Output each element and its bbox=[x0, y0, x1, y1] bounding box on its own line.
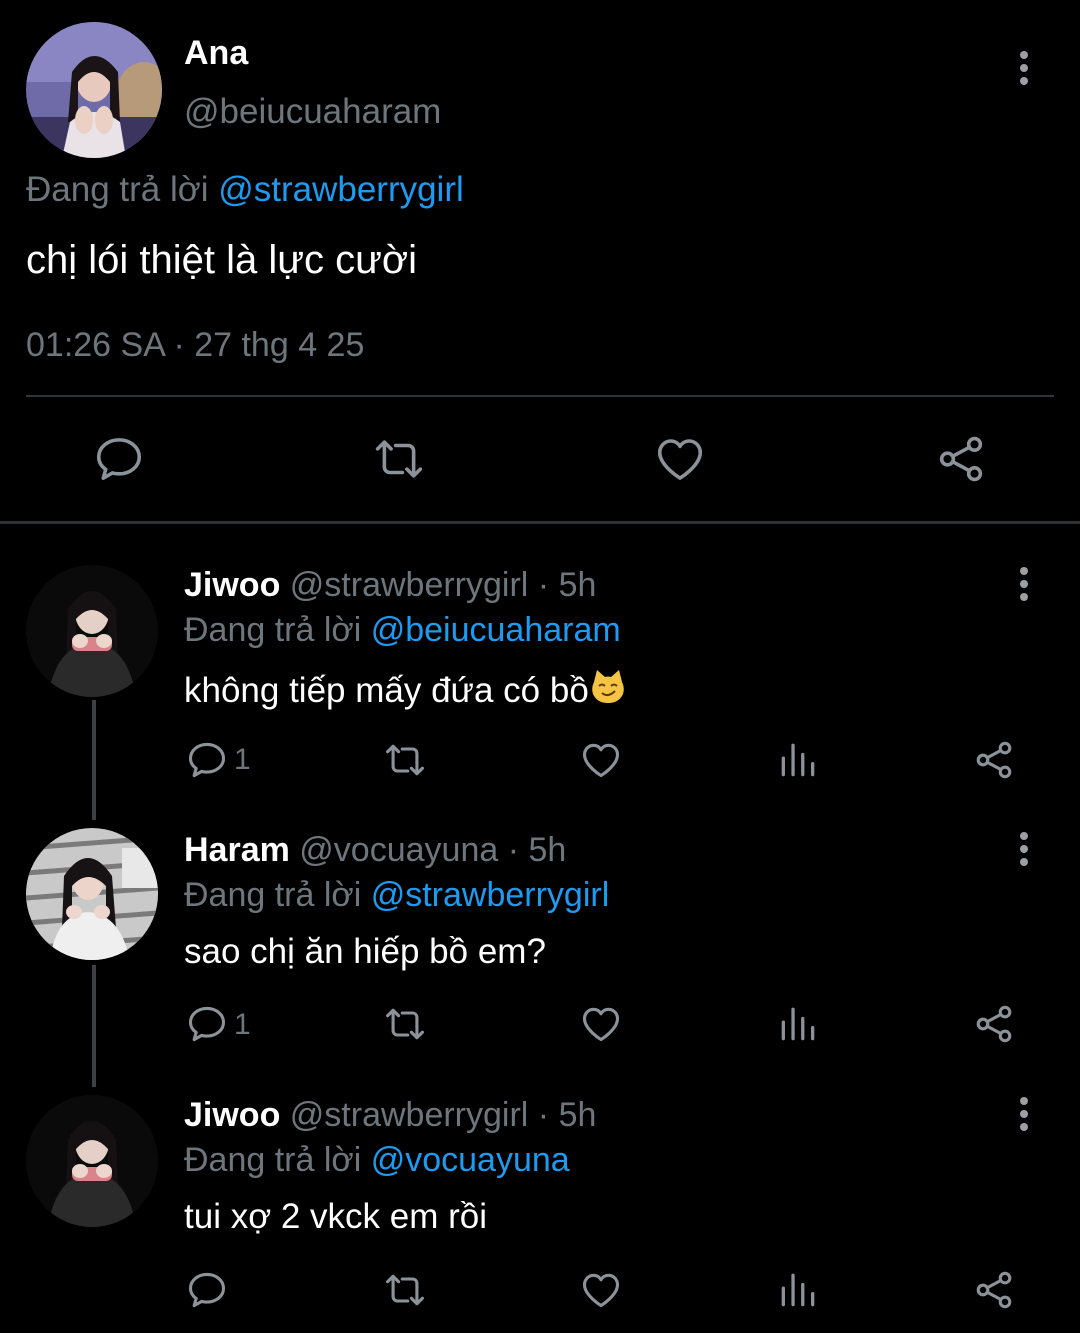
share-icon[interactable] bbox=[934, 432, 988, 486]
thread-line bbox=[92, 700, 96, 820]
reply-header: Jiwoo @strawberrygirl · 5h bbox=[184, 1096, 596, 1135]
tweet-text: chị lói thiệt là lực cười bbox=[26, 238, 418, 282]
display-name[interactable]: Haram bbox=[184, 831, 290, 869]
share-icon[interactable] bbox=[972, 1268, 1016, 1312]
like-icon[interactable] bbox=[653, 432, 707, 486]
more-options-icon[interactable] bbox=[1010, 564, 1038, 604]
replying-prefix: Đang trả lời bbox=[184, 876, 371, 914]
avatar[interactable] bbox=[26, 1095, 158, 1227]
analytics-icon[interactable] bbox=[776, 738, 820, 782]
avatar[interactable] bbox=[26, 22, 162, 158]
reply-time: · 5h bbox=[498, 831, 567, 869]
section-divider bbox=[0, 521, 1080, 524]
reply-count: 1 bbox=[234, 743, 251, 776]
reply-count: 1 bbox=[234, 1008, 251, 1041]
display-name[interactable]: Ana bbox=[184, 34, 248, 73]
reply-text: sao chị ăn hiếp bồ em? bbox=[184, 932, 546, 971]
reply-icon[interactable] bbox=[92, 432, 146, 486]
replying-to: Đang trả lời @strawberrygirl bbox=[26, 170, 464, 210]
replying-to: Đang trả lời @beiucuaharam bbox=[184, 611, 621, 650]
share-icon[interactable] bbox=[972, 1002, 1016, 1046]
replying-to: Đang trả lời @vocuayuna bbox=[184, 1141, 570, 1180]
mention-link[interactable]: @strawberrygirl bbox=[371, 876, 610, 914]
replying-to: Đang trả lời @strawberrygirl bbox=[184, 876, 609, 915]
reply-text: tui xợ 2 vkck em rồi bbox=[184, 1197, 488, 1236]
smirking-cat-face-icon bbox=[589, 668, 627, 706]
retweet-icon[interactable] bbox=[383, 1268, 427, 1312]
reply-text: không tiếp mấy đứa có bồ bbox=[184, 668, 627, 711]
more-options-icon[interactable] bbox=[1010, 48, 1038, 88]
tweet-timestamp[interactable]: 01:26 SA · 27 thg 4 25 bbox=[26, 326, 364, 365]
reply-icon[interactable] bbox=[185, 1002, 229, 1046]
display-name[interactable]: Jiwoo bbox=[184, 566, 280, 604]
like-icon[interactable] bbox=[579, 738, 623, 782]
replying-prefix: Đang trả lời bbox=[26, 170, 219, 209]
user-handle[interactable]: @strawberrygirl bbox=[290, 566, 529, 604]
reply-time: · 5h bbox=[528, 1096, 597, 1134]
replying-prefix: Đang trả lời bbox=[184, 1141, 371, 1179]
divider bbox=[26, 395, 1054, 397]
reply-header: Jiwoo @strawberrygirl · 5h bbox=[184, 566, 596, 605]
more-options-icon[interactable] bbox=[1010, 1094, 1038, 1134]
retweet-icon[interactable] bbox=[372, 432, 426, 486]
reply-icon[interactable] bbox=[185, 738, 229, 782]
share-icon[interactable] bbox=[972, 738, 1016, 782]
avatar[interactable] bbox=[26, 828, 158, 960]
analytics-icon[interactable] bbox=[776, 1268, 820, 1312]
reply-text-content: không tiếp mấy đứa có bồ bbox=[184, 671, 589, 710]
like-icon[interactable] bbox=[579, 1002, 623, 1046]
reply-time: · 5h bbox=[528, 566, 597, 604]
avatar[interactable] bbox=[26, 565, 158, 697]
user-handle[interactable]: @beiucuaharam bbox=[184, 92, 441, 132]
analytics-icon[interactable] bbox=[776, 1002, 820, 1046]
mention-link[interactable]: @strawberrygirl bbox=[218, 170, 464, 209]
display-name[interactable]: Jiwoo bbox=[184, 1096, 280, 1134]
like-icon[interactable] bbox=[579, 1268, 623, 1312]
retweet-icon[interactable] bbox=[383, 1002, 427, 1046]
mention-link[interactable]: @beiucuaharam bbox=[371, 611, 621, 649]
reply-header: Haram @vocuayuna · 5h bbox=[184, 831, 566, 870]
user-handle[interactable]: @vocuayuna bbox=[299, 831, 498, 869]
reply-icon[interactable] bbox=[185, 1268, 229, 1312]
more-options-icon[interactable] bbox=[1010, 829, 1038, 869]
retweet-icon[interactable] bbox=[383, 738, 427, 782]
mention-link[interactable]: @vocuayuna bbox=[371, 1141, 570, 1179]
replying-prefix: Đang trả lời bbox=[184, 611, 371, 649]
thread-line bbox=[92, 965, 96, 1087]
user-handle[interactable]: @strawberrygirl bbox=[290, 1096, 529, 1134]
